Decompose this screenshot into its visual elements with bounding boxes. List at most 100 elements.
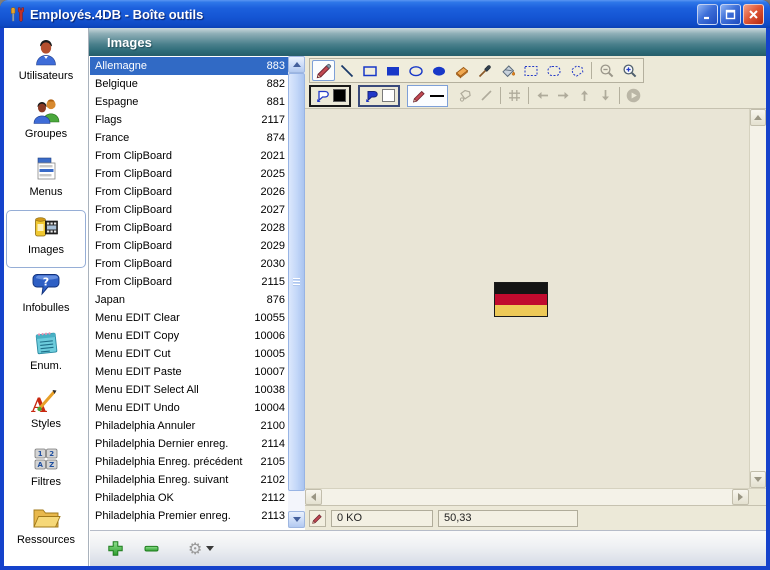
tool-filled-ellipse[interactable]: [427, 60, 450, 81]
sidebar-item-infobulles[interactable]: ? Infobulles: [6, 268, 86, 326]
sidebar-item-filtres[interactable]: 12AZ Filtres: [6, 442, 86, 500]
move-down-button: [595, 85, 616, 106]
scroll-down-button[interactable]: [288, 511, 305, 528]
canvas-scroll-down-button[interactable]: [750, 471, 766, 488]
list-item[interactable]: From ClipBoard 2026: [90, 183, 288, 201]
sidebar-item-enum[interactable]: Enum.: [6, 326, 86, 384]
list-item[interactable]: From ClipBoard 2028: [90, 219, 288, 237]
tool-eyedropper[interactable]: [473, 60, 496, 81]
svg-text:?: ?: [43, 276, 49, 289]
image-id: 2113: [261, 510, 288, 522]
list-item[interactable]: Menu EDIT Undo 10004: [90, 399, 288, 417]
list-item[interactable]: Menu EDIT Cut 10005: [90, 345, 288, 363]
tool-line[interactable]: [335, 60, 358, 81]
scrollbar-thumb[interactable]: [288, 73, 305, 491]
line-width-button[interactable]: [407, 85, 448, 107]
image-name: From ClipBoard: [90, 204, 261, 216]
tool-select-lasso[interactable]: [565, 60, 588, 81]
image-name: Menu EDIT Select All: [90, 384, 254, 396]
list-item[interactable]: Philadelphia Enreg. suivant 2102: [90, 471, 288, 489]
list-item[interactable]: From ClipBoard 2021: [90, 147, 288, 165]
tool-select-rounded[interactable]: [542, 60, 565, 81]
sidebar-item-images[interactable]: Images: [6, 210, 86, 268]
window-titlebar[interactable]: Employés.4DB - Boîte outils: [0, 0, 770, 28]
list-item[interactable]: Allemagne 883: [90, 57, 288, 75]
sidebar-item-label: Infobulles: [22, 302, 69, 314]
tool-filled-rectangle[interactable]: [381, 60, 404, 81]
filter-keys-icon: 12AZ: [30, 443, 62, 475]
add-button[interactable]: [104, 538, 126, 560]
tool-zoom-in[interactable]: [618, 60, 641, 81]
drawing-canvas[interactable]: [305, 109, 749, 488]
image-id: 2027: [261, 204, 288, 216]
canvas-scroll-right-button[interactable]: [732, 489, 749, 505]
tool-zoom-out: [595, 60, 618, 81]
sidebar-item-groupes[interactable]: Groupes: [6, 94, 86, 152]
image-id: 10038: [254, 384, 288, 396]
canvas-scroll-up-button[interactable]: [750, 109, 766, 126]
list-item[interactable]: Menu EDIT Copy 10006: [90, 327, 288, 345]
background-color-button[interactable]: [358, 85, 400, 107]
scrollbar-track[interactable]: [322, 489, 732, 505]
window-title: Employés.4DB - Boîte outils: [30, 7, 697, 22]
image-name: Menu EDIT Cut: [90, 348, 254, 360]
canvas-vertical-scrollbar[interactable]: [749, 109, 766, 488]
line-width-sample: [430, 95, 444, 97]
tool-paint-bucket[interactable]: [496, 60, 519, 81]
remove-button[interactable]: [140, 538, 162, 560]
image-name: From ClipBoard: [90, 186, 261, 198]
image-id: 2021: [261, 150, 288, 162]
list-item[interactable]: Menu EDIT Clear 10055: [90, 309, 288, 327]
list-item[interactable]: Menu EDIT Paste 10007: [90, 363, 288, 381]
canvas-scroll-left-button[interactable]: [305, 489, 322, 505]
tool-rectangle[interactable]: [358, 60, 381, 81]
canvas-horizontal-scrollbar[interactable]: [305, 488, 766, 505]
tool-select-rectangle[interactable]: [519, 60, 542, 81]
foreground-color-button[interactable]: [309, 85, 351, 107]
list-item[interactable]: Philadelphia Enreg. précédent 2105: [90, 453, 288, 471]
list-item[interactable]: Menu EDIT Select All 10038: [90, 381, 288, 399]
sidebar-item-utilisateurs[interactable]: Utilisateurs: [6, 36, 86, 94]
list-item[interactable]: Japan 876: [90, 291, 288, 309]
list-scrollbar[interactable]: [288, 56, 305, 528]
list-item[interactable]: Espagne 881: [90, 93, 288, 111]
list-item[interactable]: From ClipBoard 2029: [90, 237, 288, 255]
image-id: 883: [267, 60, 288, 72]
list-item[interactable]: Philadelphia Dernier enreg. 2114: [90, 435, 288, 453]
image-editor-panel: 0 KO 50,33: [305, 56, 766, 530]
list-item[interactable]: Flags 2117: [90, 111, 288, 129]
image-id: 2029: [261, 240, 288, 252]
list-item[interactable]: Belgique 882: [90, 75, 288, 93]
tool-pencil[interactable]: [312, 60, 335, 81]
sidebar-item-ressources[interactable]: Ressources: [6, 500, 86, 558]
list-item[interactable]: France 874: [90, 129, 288, 147]
maximize-button[interactable]: [720, 4, 741, 25]
image-name: From ClipBoard: [90, 222, 261, 234]
list-item[interactable]: From ClipBoard 2027: [90, 201, 288, 219]
chevron-down-icon: [206, 546, 214, 551]
toolbar-separator: [528, 87, 529, 104]
scroll-up-button[interactable]: [288, 56, 305, 73]
sidebar-item-menus[interactable]: Menus: [6, 152, 86, 210]
folder-icon: [30, 501, 62, 533]
image-id: 2114: [261, 438, 288, 450]
list-item[interactable]: Philadelphia OK 2112: [90, 489, 288, 507]
list-item[interactable]: From ClipBoard 2115: [90, 273, 288, 291]
sidebar-item-label: Groupes: [25, 128, 67, 140]
pencil-icon: [411, 88, 428, 104]
image-id: 2102: [261, 474, 288, 486]
tool-eraser[interactable]: [450, 60, 473, 81]
list-item[interactable]: Philadelphia Annuler 2100: [90, 417, 288, 435]
close-button[interactable]: [743, 4, 764, 25]
list-item[interactable]: From ClipBoard 2030: [90, 255, 288, 273]
list-item[interactable]: Philadelphia Premier enreg. 2113: [90, 507, 288, 525]
image-name: From ClipBoard: [90, 240, 261, 252]
image-name: Menu EDIT Undo: [90, 402, 254, 414]
tool-ellipse[interactable]: [404, 60, 427, 81]
actions-menu-button[interactable]: ⚙: [188, 541, 214, 557]
list-item[interactable]: From ClipBoard 2025: [90, 165, 288, 183]
minimize-button[interactable]: [697, 4, 718, 25]
sidebar-item-styles[interactable]: A Styles: [6, 384, 86, 442]
arrow-down-icon: [597, 87, 614, 104]
minus-icon: [143, 540, 160, 557]
